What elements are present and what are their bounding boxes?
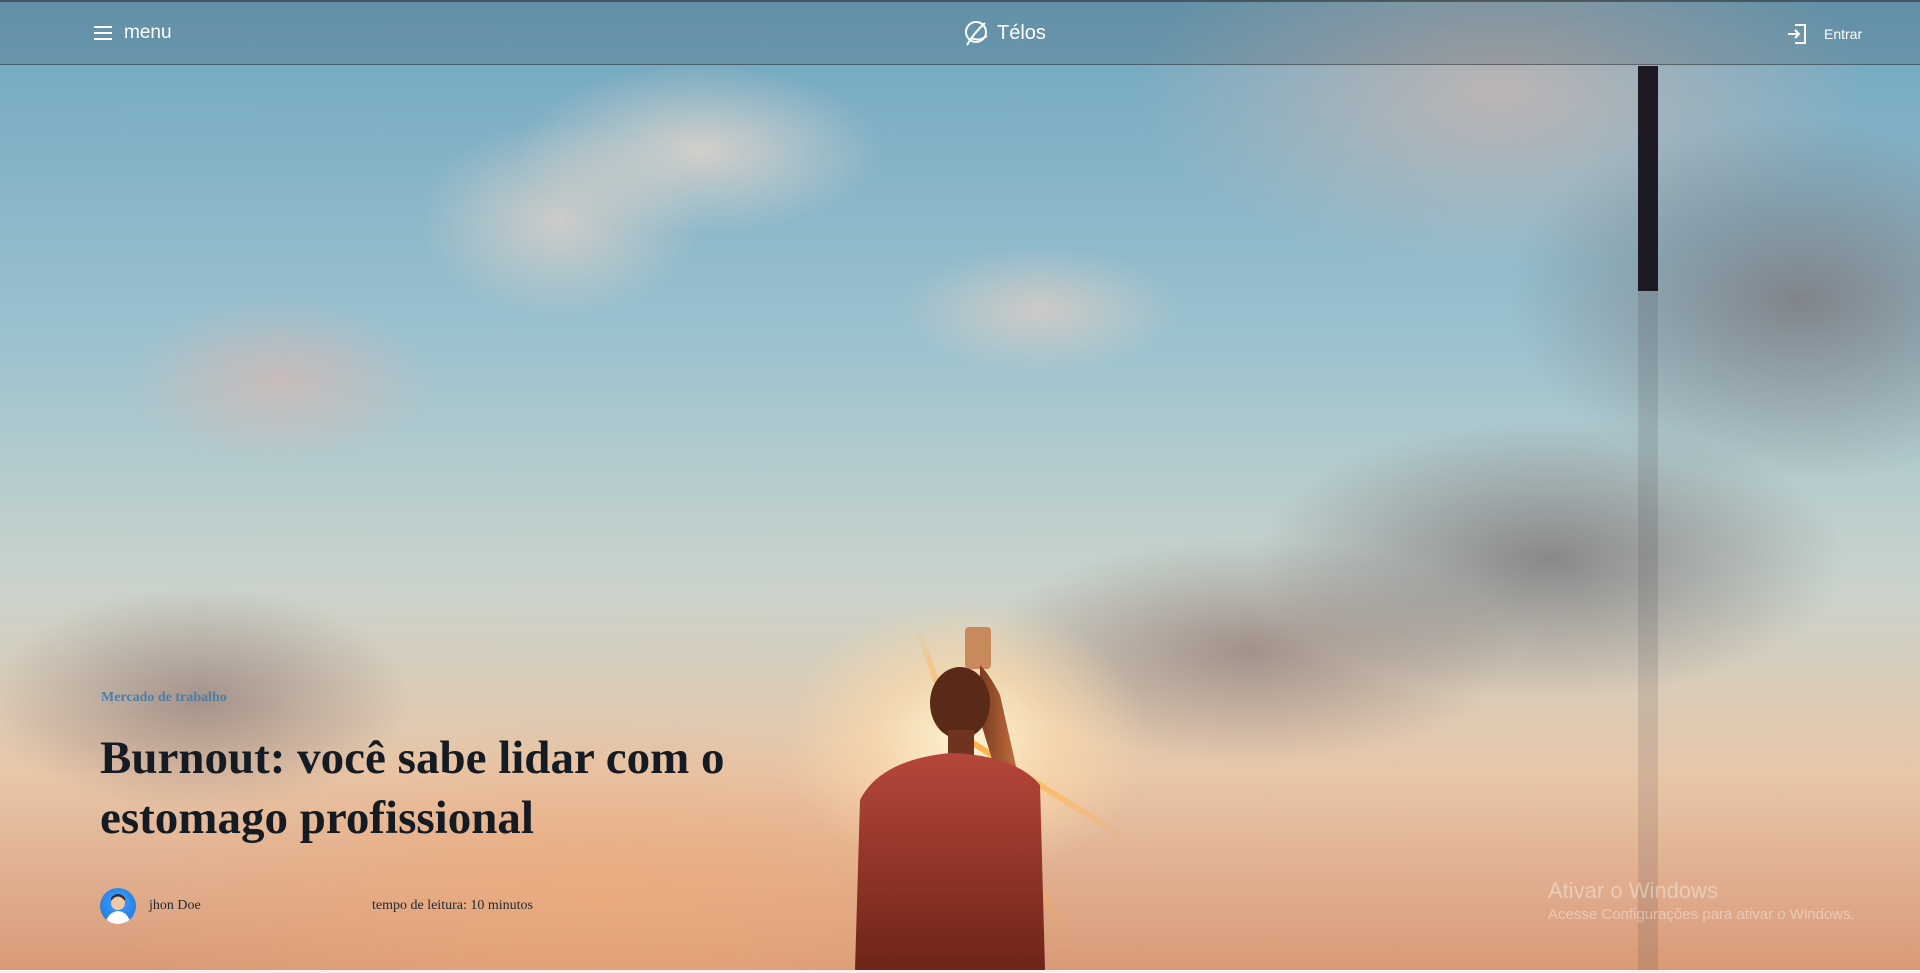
hamburger-icon	[94, 26, 112, 40]
login-icon	[1788, 24, 1806, 44]
windows-activation-watermark: Ativar o Windows Acesse Configurações pa…	[1548, 878, 1855, 923]
reading-time: tempo de leitura: 10 minutos	[372, 898, 533, 913]
brand-logo[interactable]: Télos	[961, 18, 1046, 48]
top-navbar: menu Télos Entrar	[0, 0, 1920, 65]
article-title[interactable]: Burnout: você sabe lidar com o estomago …	[100, 728, 820, 848]
user-avatar-icon	[105, 894, 131, 924]
article-meta: jhon Doe tempo de leitura: 10 minutos	[100, 888, 580, 924]
login-button[interactable]: Entrar	[1786, 23, 1862, 45]
menu-label: menu	[124, 22, 172, 43]
author-name[interactable]: jhon Doe	[149, 898, 201, 914]
watermark-title: Ativar o Windows	[1548, 878, 1718, 903]
watermark-subtitle: Acesse Configurações para ativar o Windo…	[1548, 906, 1855, 923]
telos-logo-icon	[965, 21, 988, 46]
scrollbar-thumb[interactable]	[1638, 66, 1658, 291]
avatar[interactable]	[100, 888, 136, 924]
login-label: Entrar	[1824, 26, 1863, 42]
article-category[interactable]: Mercado de trabalho	[101, 690, 227, 706]
person-silhouette	[855, 627, 1045, 970]
menu-button[interactable]: menu	[94, 22, 172, 44]
brand-name: Télos	[997, 21, 1046, 44]
